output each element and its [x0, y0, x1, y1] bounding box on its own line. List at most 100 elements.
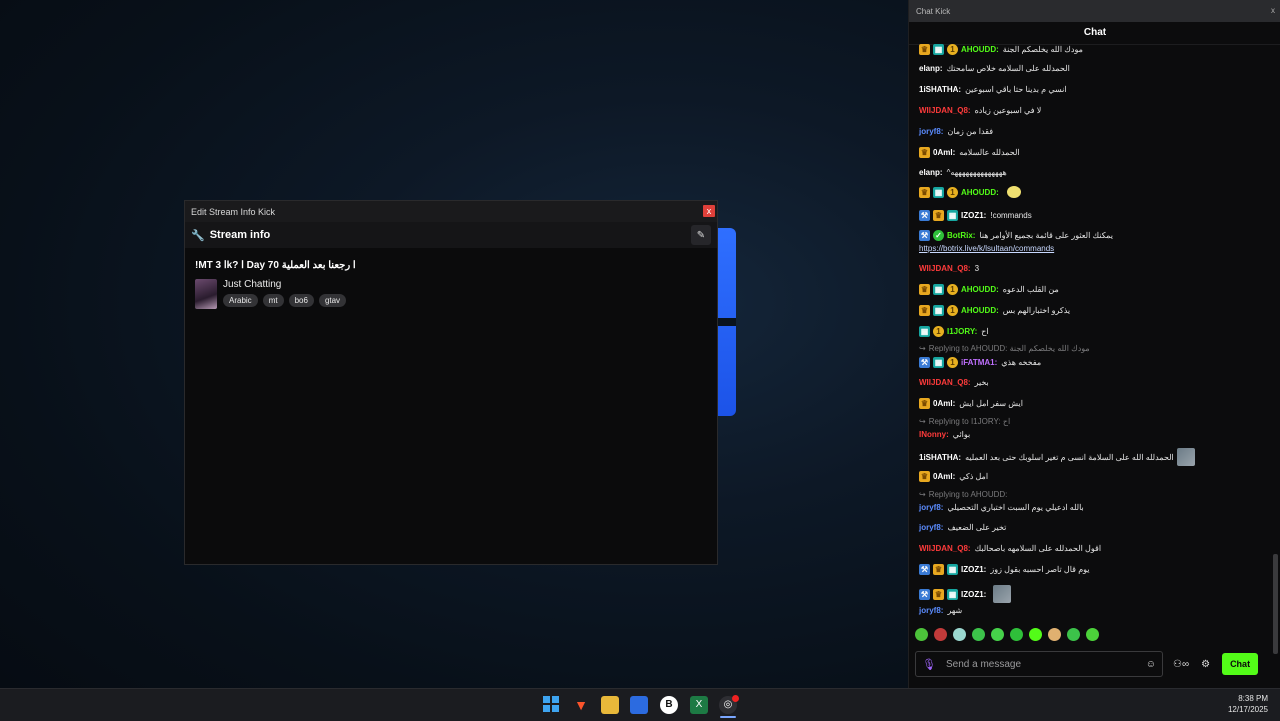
chat-username[interactable]: 1iSHATHA: [919, 85, 961, 94]
emote-icon[interactable] [1048, 628, 1061, 641]
chat-username[interactable]: IZOZ1: [961, 590, 986, 599]
close-button[interactable]: x [703, 205, 715, 217]
clock-time: 8:38 PM [1238, 694, 1268, 703]
chat-username[interactable]: joryf8: [919, 127, 943, 136]
image-emote-icon [1176, 448, 1195, 466]
chat-username[interactable]: AHOUDD: [961, 306, 999, 315]
reply-text: Replying to I1JORY: اح [928, 417, 1011, 426]
chat-message-text: ^ههههههههههههههه [946, 168, 1007, 177]
chat-message-text: بوائي [952, 430, 971, 439]
subscriber-badge-icon: ▦ [933, 305, 944, 316]
crown-badge-icon: ♛ [919, 147, 930, 158]
chat-message-text: يمكنك العثور على قائمة بجميع الأوامر هنا [979, 231, 1113, 240]
chat-input[interactable]: 🎙 Send a message ☺ [915, 651, 1163, 677]
chat-username[interactable]: 1iSHATHA: [919, 453, 961, 462]
chat-username[interactable]: WIIJDAN_Q8: [919, 106, 971, 115]
emote-bar [915, 628, 1099, 641]
store-icon[interactable] [630, 696, 648, 714]
system-clock[interactable]: 8:38 PM 12/17/2025 [1228, 693, 1268, 715]
window-titlebar[interactable]: Edit Stream Info Kick x [185, 201, 717, 222]
crown-badge-icon: ♛ [933, 588, 944, 600]
chat-username[interactable]: IZOZ1: [961, 565, 986, 574]
command-link[interactable]: https://botrix.live/k/lsultaan/commands [919, 244, 1054, 253]
chat-message: WIIJDAN_Q8: لا في اسبوعين زياده [919, 106, 1041, 115]
subscriber-badge-icon: ▦ [933, 44, 944, 55]
chat-username[interactable]: INonny: [919, 430, 949, 439]
users-icon[interactable]: ⚇∞ [1173, 659, 1189, 670]
chat-message-text: لا في اسبوعين زياده [974, 106, 1042, 115]
emote-icon[interactable] [1067, 628, 1080, 641]
subscriber-badge-icon: ▦ [947, 588, 958, 600]
chat-message: ⚒ ▦ 1 iFATMA1: مفخخه هذي [919, 357, 1041, 368]
chat-username[interactable]: BotRix: [947, 231, 975, 240]
crown-badge-icon: ♛ [919, 398, 930, 409]
chat-message-list[interactable]: ♛ ▦ 1 AHOUDD: مودك الله يخلصكم الجنة elanp: ال… [909, 44, 1269, 624]
chat-message-text: ايش سفر امل ايش [959, 399, 1023, 408]
chat-username[interactable]: AHOUDD: [961, 45, 999, 54]
chat-username[interactable]: 0Aml: [933, 399, 955, 408]
chat-username[interactable]: WIIJDAN_Q8: [919, 264, 971, 273]
chat-message: joryf8: شهر [919, 606, 962, 615]
chat-username[interactable]: I1JORY: [947, 327, 977, 336]
emote-icon[interactable] [915, 628, 928, 641]
crown-badge-icon: ♛ [919, 305, 930, 316]
taskbar: ▼ B X ◎ [0, 688, 1280, 721]
microphone-icon[interactable]: 🎙 [922, 658, 936, 671]
chat-message: 1iSHATHA: الحمدلله الله على السلامة انسى … [919, 448, 1195, 466]
chat-username[interactable]: elanp: [919, 64, 943, 73]
chat-message-text: الحمدلله الله على السلامة انسى م تغير اس… [965, 452, 1174, 462]
file-explorer-icon[interactable] [601, 696, 619, 714]
emote-icon[interactable] [972, 628, 985, 641]
b-app-icon[interactable]: B [660, 696, 678, 714]
chat-message: 1iSHATHA: انسي م بدينا حتا باقي اسبوعين [919, 85, 1067, 94]
chat-username[interactable]: elanp: [919, 168, 943, 177]
emote-icon[interactable] [1086, 628, 1099, 641]
emote-icon[interactable] [934, 628, 947, 641]
chat-username[interactable]: joryf8: [919, 606, 943, 615]
chat-username[interactable]: IZOZ1: [961, 211, 986, 220]
emote-icon[interactable] [991, 628, 1004, 641]
chat-message-text: امل ذكي [959, 472, 989, 481]
chat-message: ⚒ ♛ ▦ IZOZ1: !commands [919, 210, 1032, 221]
chat-close-button[interactable]: x [1271, 6, 1275, 15]
chat-message: ⚒ ♛ ▦ IZOZ1: [919, 585, 1012, 603]
chat-scrollbar[interactable] [1273, 44, 1278, 654]
clock-date: 12/17/2025 [1227, 705, 1268, 714]
chat-message: joryf8: تخير على الضعيف [919, 523, 1006, 532]
tag-list: Arabic mt bo6 gtav [223, 294, 347, 307]
chat-username[interactable]: joryf8: [919, 503, 943, 512]
chat-username[interactable]: AHOUDD: [961, 285, 999, 294]
chat-username[interactable]: WIIJDAN_Q8: [919, 378, 971, 387]
chat-message: ♛ ▦ 1 AHOUDD: يذكرو اختبارالهم بس [919, 305, 1070, 316]
crown-badge-icon: ♛ [933, 564, 944, 575]
chat-message: ⚒ ♛ ▦ IZOZ1: يوم قال تاصر احسبه بقول زوز [919, 564, 1090, 575]
chat-username[interactable]: AHOUDD: [961, 188, 999, 197]
subscriber-badge-icon: ▦ [919, 326, 930, 337]
emote-icon[interactable] [1029, 628, 1042, 641]
chat-username[interactable]: joryf8: [919, 523, 943, 532]
chat-username[interactable]: 0Aml: [933, 472, 955, 481]
brave-browser-icon[interactable]: ▼ [572, 696, 590, 714]
chat-message: ♛ 0Aml: امل ذكي [919, 471, 988, 482]
edit-button[interactable]: ✎ [691, 225, 711, 245]
emoji-icon[interactable]: ☺ [1146, 659, 1156, 670]
chat-message-text: الحمدلله على السلامه خلاص سامحتك [946, 64, 1070, 73]
emote-icon[interactable] [953, 628, 966, 641]
reply-arrow-icon: ↪ [919, 417, 926, 426]
windows-start-icon[interactable] [543, 696, 561, 714]
emote-icon[interactable] [1010, 628, 1023, 641]
active-app-indicator [720, 716, 736, 718]
chat-username[interactable]: WIIJDAN_Q8: [919, 544, 971, 553]
wrench-icon: 🔧 [191, 229, 205, 242]
chat-username[interactable]: iFATMA1: [961, 358, 997, 367]
crown-badge-icon: ♛ [933, 210, 944, 221]
gear-icon[interactable]: ⚙ [1201, 659, 1210, 670]
category-thumbnail [195, 279, 217, 309]
tag: mt [262, 294, 284, 307]
chat-titlebar[interactable]: Chat Kick x [909, 0, 1280, 22]
chat-message: ♛ ▦ 1 AHOUDD: من القلب الدعوه [919, 284, 1059, 295]
chat-username[interactable]: 0Aml: [933, 148, 955, 157]
excel-icon[interactable]: X [690, 696, 708, 714]
chat-send-button[interactable]: Chat [1222, 653, 1259, 675]
chat-message: ♛ 0Aml: ايش سفر امل ايش [919, 398, 1023, 409]
